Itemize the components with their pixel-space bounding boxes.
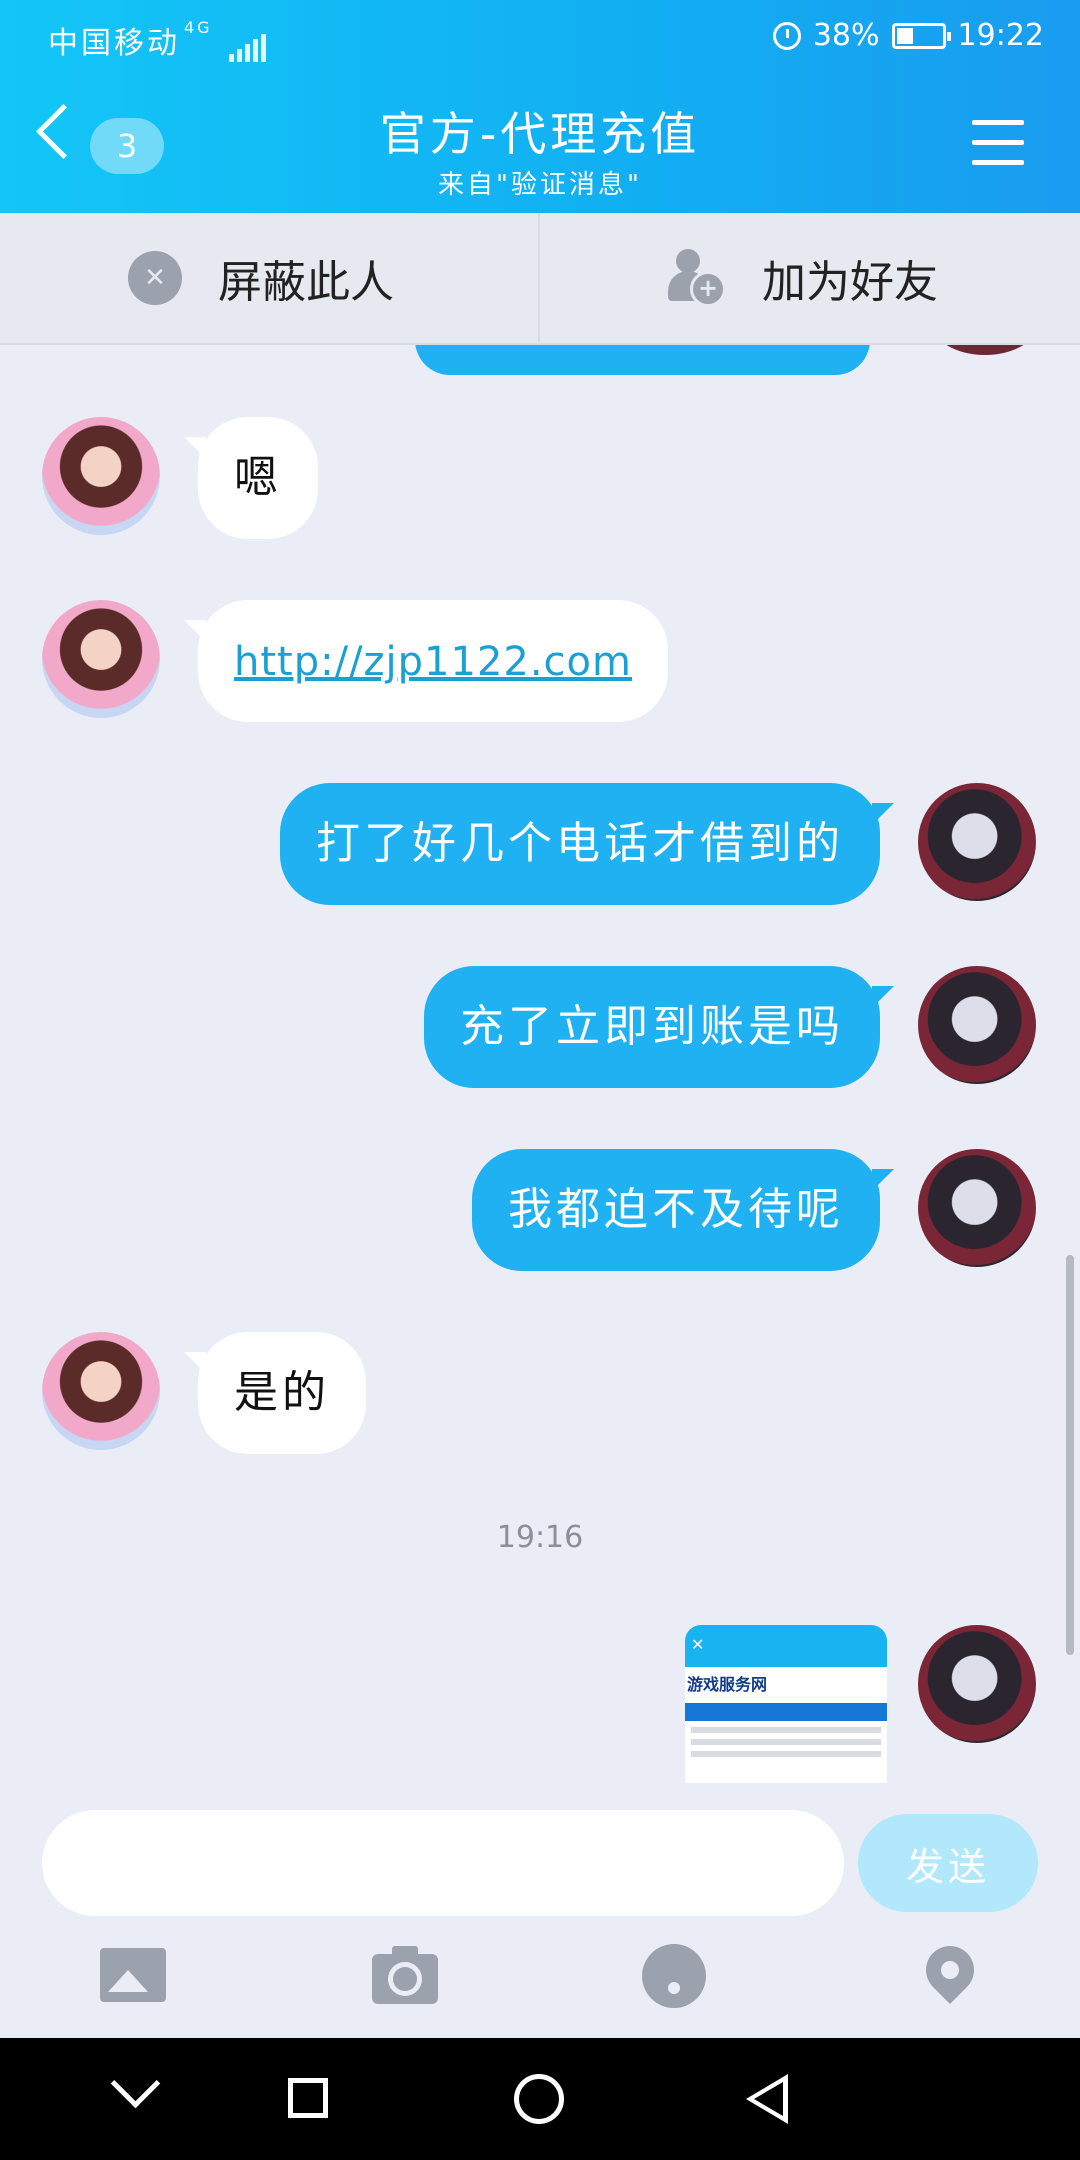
my-avatar[interactable] [918,1625,1036,1743]
message-text: 打了好几个电话才借到的 [316,818,844,869]
message-link[interactable]: http://zjp1122.com [234,639,632,685]
back-triangle-icon[interactable] [746,2074,788,2124]
message-bubble-partial[interactable] [415,345,870,375]
chat-header: 中国移动 4G 38% 19:22 3 官方-代理充值 来自"验证消息" [0,0,1080,213]
carrier-label: 中国移动 [48,26,180,61]
my-avatar[interactable] [918,783,1036,901]
add-friend-button[interactable]: + 加为好友 [668,213,938,343]
location-icon[interactable] [916,1936,986,2010]
system-nav-bar [0,2038,1080,2160]
alarm-icon [772,21,801,50]
block-user-button[interactable]: ✕ 屏蔽此人 [128,213,394,343]
image-message-thumbnail[interactable]: ✕ 游戏服务网 [685,1625,887,1783]
block-user-label: 屏蔽此人 [218,257,394,308]
message-text: 充了立即到账是吗 [460,1001,844,1052]
thumb-nav-bar [685,1703,887,1721]
composer: 发送 [0,1810,1080,1920]
camera-icon[interactable] [372,1940,442,2010]
my-avatar[interactable] [918,966,1036,1084]
message-timestamp: 19:16 [496,1520,584,1555]
message-bubble-sent[interactable]: 充了立即到账是吗 [424,966,894,1088]
message-bubble-received[interactable]: http://zjp1122.com [184,600,668,722]
composer-toolbar [0,1936,1080,2040]
thumb-row [691,1751,881,1757]
chat-title: 官方-代理充值 [379,107,701,161]
message-input[interactable] [42,1810,844,1916]
network-type: 4G [184,18,213,37]
contact-avatar[interactable] [42,600,160,718]
add-friend-label: 加为好友 [762,257,938,308]
add-friend-icon: + [668,249,726,307]
message-bubble-sent[interactable]: 打了好几个电话才借到的 [280,783,894,905]
status-bar-left: 中国移动 4G [48,18,269,62]
signal-icon [229,27,269,62]
action-divider [538,213,540,343]
send-button[interactable]: 发送 [858,1814,1038,1912]
contact-avatar[interactable] [42,1332,160,1450]
home-icon[interactable] [514,2074,564,2124]
message-bubble-received[interactable]: 嗯 [184,417,318,539]
message-text: 我都迫不及待呢 [508,1184,844,1235]
message-list[interactable]: 嗯 http://zjp1122.com 打了好几个电话才借到的 充了立即到账是… [0,345,1080,1810]
emoji-icon[interactable] [642,1940,712,2010]
message-text: 是的 [234,1367,330,1418]
thumb-row [691,1739,881,1745]
thumb-brand-text: 游戏服务网 [687,1675,768,1694]
stranger-action-bar: ✕ 屏蔽此人 + 加为好友 [0,213,1080,345]
thumb-row [691,1727,881,1733]
hamburger-icon[interactable] [972,120,1024,180]
chat-scrollbar[interactable] [1066,1255,1074,1655]
chat-subtitle: 来自"验证消息" [438,170,642,200]
battery-icon [891,22,951,49]
message-bubble-sent[interactable]: 我都迫不及待呢 [472,1149,894,1271]
thumb-close-icon: ✕ [685,1625,887,1667]
my-avatar[interactable] [918,1149,1036,1267]
status-bar-right: 38% 19:22 [772,18,1044,53]
recent-apps-icon[interactable] [288,2078,328,2118]
message-bubble-received[interactable]: 是的 [184,1332,366,1454]
contact-avatar[interactable] [42,417,160,535]
battery-percent: 38% [812,18,880,53]
message-text: 嗯 [234,452,282,503]
clock: 19:22 [957,18,1044,53]
avatar-partial[interactable] [930,345,1040,355]
image-icon[interactable] [100,1940,170,2010]
nav-down-icon[interactable] [110,2058,161,2109]
block-icon: ✕ [128,251,182,305]
